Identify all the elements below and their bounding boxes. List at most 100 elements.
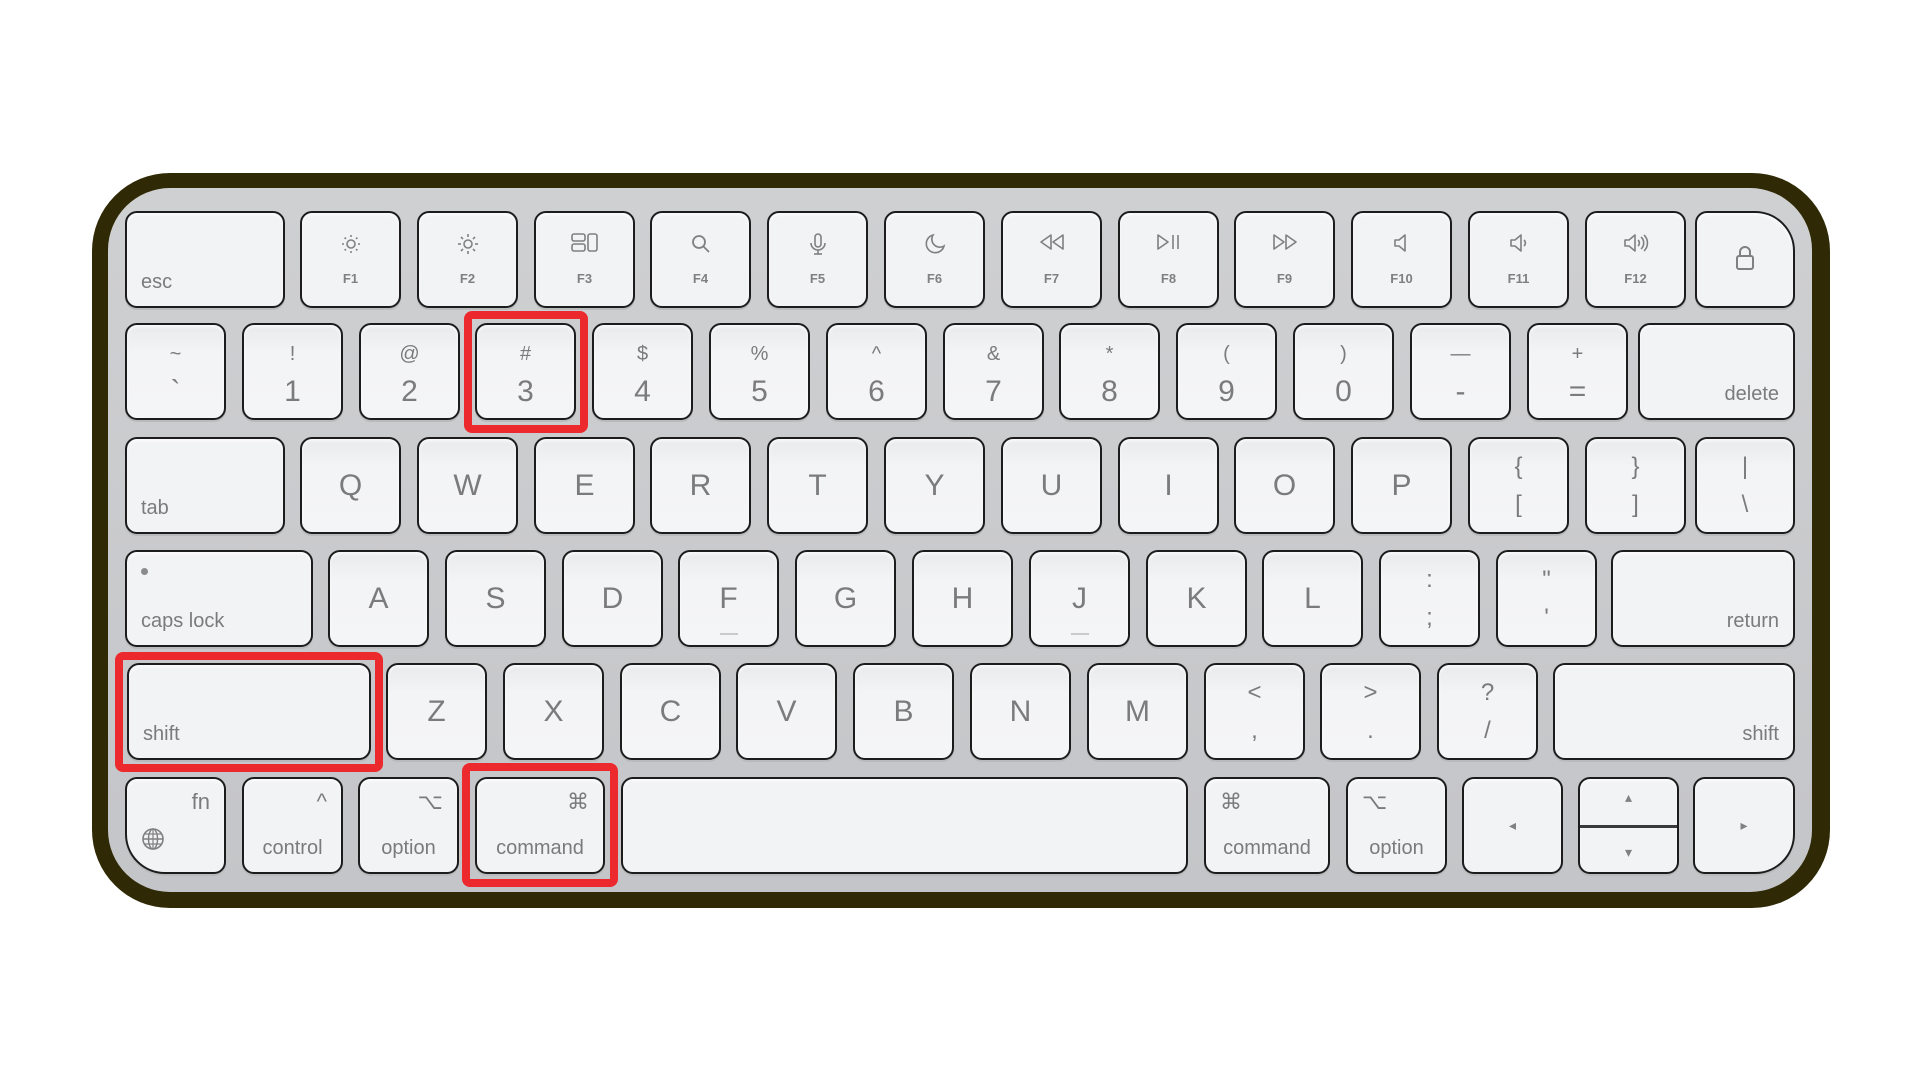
key-control[interactable]: ^ control [242,777,343,874]
key-f12[interactable]: F12 [1585,211,1686,308]
key-shift-symbol: " [1542,566,1551,593]
key-letter: K [1186,581,1207,615]
key-right-bracket[interactable]: }] [1585,437,1686,534]
play-pause-icon [1120,233,1217,251]
key-caps-lock-label: caps lock [141,610,225,632]
key-right-command[interactable]: ⌘ command [1204,777,1330,874]
key-n[interactable]: N [970,663,1071,760]
key-slash[interactable]: ? / [1437,663,1538,760]
key-shift-symbol: # [519,343,532,365]
key-w[interactable]: W [417,437,518,534]
key-9[interactable]: (9 [1176,323,1277,420]
key-g[interactable]: G [795,550,896,647]
key-f6[interactable]: F6 [884,211,985,308]
key-f8[interactable]: F8 [1118,211,1219,308]
key-5[interactable]: % 5 [709,323,810,420]
key-f3[interactable]: F3 [534,211,635,308]
key-3[interactable]: #3 [475,323,576,420]
key-f5[interactable]: F5 [767,211,868,308]
key-d[interactable]: D [562,550,663,647]
home-key-bump [719,633,738,635]
key-f7[interactable]: F7 [1001,211,1102,308]
key-q[interactable]: Q [300,437,401,534]
key-minus[interactable]: — - [1410,323,1511,420]
mute-icon [1353,233,1450,253]
key-left-shift[interactable]: shift [127,663,371,760]
key-f1-label: F1 [342,271,359,286]
key-z[interactable]: Z [386,663,487,760]
key-right-option[interactable]: ⌥ option [1346,777,1447,874]
key-6[interactable]: ^ 6 [826,323,927,420]
key-l[interactable]: L [1262,550,1363,647]
key-comma[interactable]: <, [1204,663,1305,760]
key-8[interactable]: * 8 [1059,323,1160,420]
key-backslash[interactable]: | \ [1695,437,1795,534]
key-s[interactable]: S [445,550,546,647]
key-caps-lock[interactable]: caps lock [125,550,313,647]
key-r[interactable]: R [650,437,751,534]
key-left-command[interactable]: ⌘ command [475,777,605,874]
key-h[interactable]: H [912,550,1013,647]
key-4[interactable]: $4 [592,323,693,420]
key-j[interactable]: J [1029,550,1130,647]
key-semicolon[interactable]: :; [1379,550,1480,647]
key-b[interactable]: B [853,663,954,760]
key-o[interactable]: O [1234,437,1335,534]
key-7[interactable]: & 7 [943,323,1044,420]
key-t[interactable]: T [767,437,868,534]
key-arrow-up[interactable]: ▴ [1580,779,1677,827]
key-primary-symbol: 6 [868,375,885,408]
key-p[interactable]: P [1351,437,1452,534]
key-1[interactable]: ! 1 [242,323,343,420]
key-m[interactable]: M [1087,663,1188,760]
key-return[interactable]: return [1611,550,1795,647]
key-letter: H [951,581,974,615]
key-left-bracket[interactable]: {[ [1468,437,1569,534]
key-c[interactable]: C [620,663,721,760]
key-2[interactable]: @2 [359,323,460,420]
key-left-option[interactable]: ⌥ option [358,777,459,874]
key-period[interactable]: >. [1320,663,1421,760]
moon-icon [886,233,983,255]
key-k[interactable]: K [1146,550,1247,647]
key-f9[interactable]: F9 [1234,211,1335,308]
key-f2[interactable]: F2 [417,211,518,308]
key-i[interactable]: I [1118,437,1219,534]
key-e[interactable]: E [534,437,635,534]
key-space[interactable] [621,777,1188,874]
lock-icon [1697,245,1793,271]
key-f10[interactable]: F10 [1351,211,1452,308]
key-x[interactable]: X [503,663,604,760]
key-quote[interactable]: " ' [1496,550,1597,647]
key-tab[interactable]: tab [125,437,285,534]
key-delete[interactable]: delete [1638,323,1795,420]
key-shift-symbol: $ [636,343,649,365]
key-equals[interactable]: + = [1527,323,1628,420]
key-u[interactable]: U [1001,437,1102,534]
key-arrow-right[interactable]: ▸ [1693,777,1795,874]
key-0[interactable]: ) 0 [1293,323,1394,420]
key-f1[interactable]: F1 [300,211,401,308]
key-f[interactable]: F [678,550,779,647]
key-esc[interactable]: esc [125,211,285,308]
key-y[interactable]: Y [884,437,985,534]
key-fn[interactable]: fn [125,777,226,874]
key-a[interactable]: A [328,550,429,647]
key-f6-label: F6 [926,271,943,286]
key-backtick[interactable]: ~ ` [125,323,226,420]
key-left-option-label: option [381,837,436,859]
key-primary-symbol: 9 [1218,375,1235,408]
key-right-shift[interactable]: shift [1553,663,1795,760]
key-f11[interactable]: F11 [1468,211,1569,308]
arrow-up-icon: ▴ [1624,789,1633,805]
key-v[interactable]: V [736,663,837,760]
brightness-down-icon [302,233,399,255]
key-arrow-left[interactable]: ◂ [1462,777,1563,874]
arrow-down-icon: ▾ [1624,844,1633,860]
key-arrow-down[interactable]: ▾ [1580,826,1677,872]
key-lock[interactable] [1695,211,1795,308]
option-symbol: ⌥ [417,789,443,814]
key-f12-label: F12 [1624,271,1647,286]
key-primary-symbol: 4 [634,375,651,408]
key-f4[interactable]: F4 [650,211,751,308]
